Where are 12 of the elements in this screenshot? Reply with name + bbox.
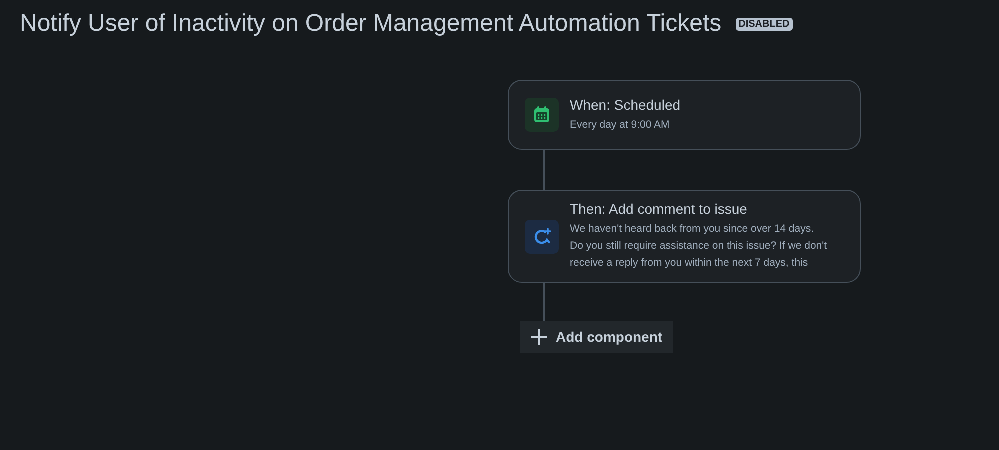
comment-icon [525,220,559,254]
status-badge: DISABLED [736,18,793,30]
plus-icon [530,328,548,346]
component-card[interactable]: When: Scheduled Every day at 9:00 AM [508,80,861,150]
rule-title: Notify User of Inactivity on Order Management Automation Tickets [20,10,722,38]
component-description: We haven't heard back from you since over 14 days. Do you still require assistance on this issue? If we don't receive a reply from you within the next 7 days, this [570,222,828,271]
component-title: When: Scheduled [570,96,681,112]
calendar-icon [525,98,559,132]
component-description: Every day at 9:00 AM [570,118,671,132]
component-card[interactable]: Then: Add comment to issue We haven't heard back from you since over 14 days. Do you still require assistance on this issue? If we don't receive a reply from you within the next 7 days, this [508,190,861,283]
component-title: Then: Add comment to issue [570,201,748,217]
add-component-button[interactable]: Add component [520,321,673,353]
